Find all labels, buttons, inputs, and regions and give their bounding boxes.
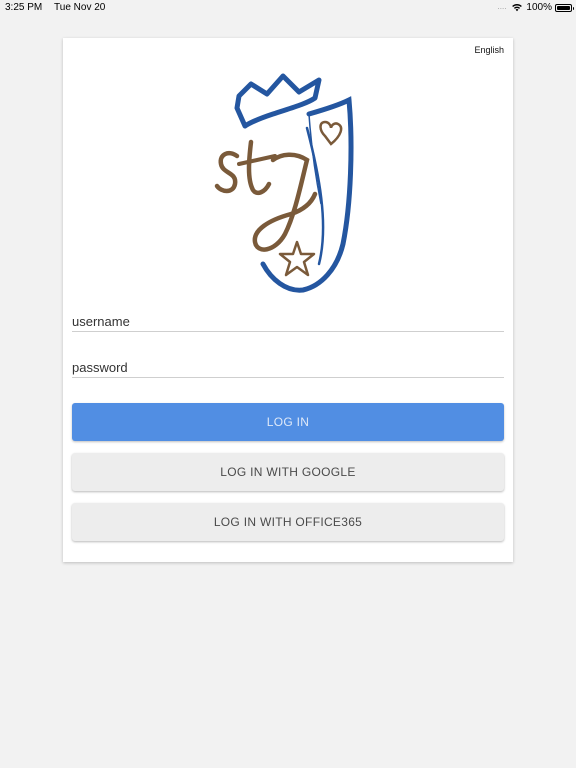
signal-dots-icon: .... [497, 2, 507, 11]
status-date: Tue Nov 20 [54, 2, 106, 13]
password-field-wrapper [72, 357, 504, 378]
username-field-wrapper [72, 311, 504, 332]
username-input[interactable] [72, 311, 504, 331]
status-right: .... 100% [497, 2, 574, 13]
school-logo [214, 73, 354, 293]
battery-icon [555, 3, 574, 12]
wifi-icon [512, 4, 523, 12]
status-left: 3:25 PM Tue Nov 20 [5, 2, 105, 13]
password-input[interactable] [72, 357, 504, 377]
language-selector[interactable]: English [474, 45, 504, 55]
status-bar: 3:25 PM Tue Nov 20 .... 100% [0, 0, 576, 16]
status-time: 3:25 PM [5, 2, 43, 13]
office365-login-button[interactable]: LOG IN WITH OFFICE365 [72, 503, 504, 541]
google-login-button[interactable]: LOG IN WITH GOOGLE [72, 453, 504, 491]
login-card: English LOG IN LOG IN WITH GOOGLE LOG IN… [63, 38, 513, 562]
login-button[interactable]: LOG IN [72, 403, 504, 441]
battery-percent: 100% [526, 2, 552, 13]
